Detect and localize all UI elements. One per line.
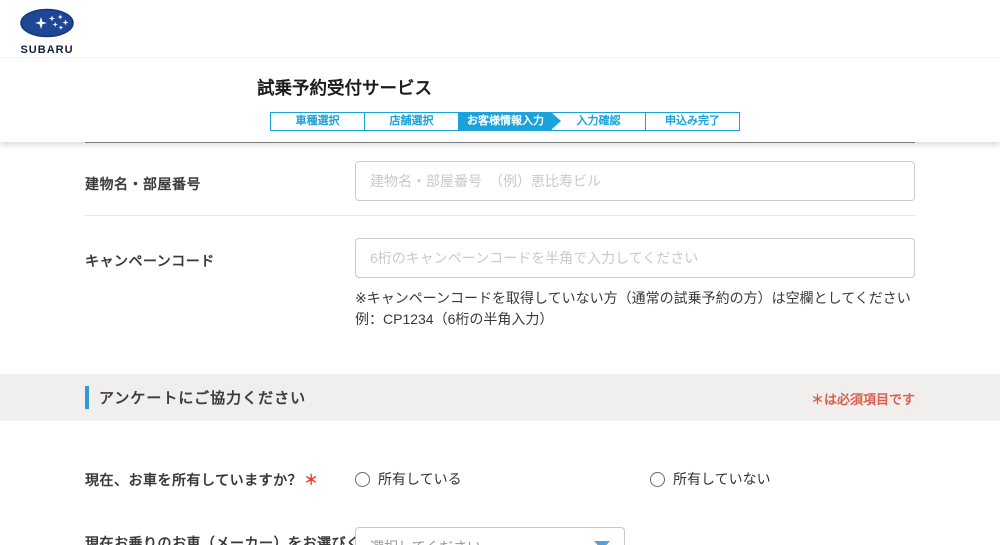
campaign-note: ※キャンペーンコードを取得していない方（通常の試乗予約の方）は空欄としてください… bbox=[355, 288, 955, 330]
page: SUBARU 試乗予約受付サービス 車種選択 店舗選択 お客様情報入力 入力確認… bbox=[0, 0, 1000, 545]
app-header: SUBARU 試乗予約受付サービス 車種選択 店舗選択 お客様情報入力 入力確認… bbox=[0, 0, 1000, 142]
row-divider bbox=[85, 215, 915, 216]
subaru-logo-link[interactable]: SUBARU bbox=[16, 8, 78, 56]
survey-section-band: アンケートにご協力ください ＊は必須項目です bbox=[0, 374, 1000, 421]
step-customer-info[interactable]: お客様情報入力 bbox=[459, 113, 552, 130]
radio-option-no-car[interactable]: 所有していない bbox=[650, 469, 771, 489]
radio-option-owns-car[interactable]: 所有している bbox=[355, 469, 462, 489]
campaign-note-line1: ※キャンペーンコードを取得していない方（通常の試乗予約の方）は空欄としてください bbox=[355, 288, 955, 309]
campaign-input[interactable] bbox=[355, 238, 915, 278]
building-input[interactable] bbox=[355, 161, 915, 201]
step-input-confirm[interactable]: 入力確認 bbox=[552, 113, 646, 130]
page-title: 試乗予約受付サービス bbox=[257, 75, 432, 100]
campaign-label: キャンペーンコード bbox=[85, 251, 215, 271]
topbar-divider bbox=[0, 57, 1000, 58]
form-content: 建物名・部屋番号 キャンペーンコード ※キャンペーンコードを取得していない方（通… bbox=[0, 142, 1000, 545]
radio-button-icon[interactable] bbox=[650, 472, 665, 487]
building-label: 建物名・部屋番号 bbox=[85, 174, 201, 194]
subaru-wordmark: SUBARU bbox=[16, 44, 78, 56]
chevron-down-icon bbox=[594, 541, 610, 545]
own-car-question-label: 現在、お車を所有していますか？＊ bbox=[85, 470, 319, 490]
car-maker-select[interactable]: 選択してください bbox=[355, 527, 625, 545]
campaign-note-line2: 例：CP1234（6桁の半角入力） bbox=[355, 309, 955, 330]
step-store-select[interactable]: 店舗選択 bbox=[365, 113, 459, 130]
step-car-select[interactable]: 車種選択 bbox=[271, 113, 365, 130]
content-top-divider bbox=[85, 142, 915, 143]
subaru-logo-icon bbox=[19, 25, 75, 42]
progress-steps: 車種選択 店舗選択 お客様情報入力 入力確認 申込み完了 bbox=[270, 112, 740, 131]
step-complete[interactable]: 申込み完了 bbox=[646, 113, 739, 130]
own-car-question-text: 現在、お車を所有していますか？ bbox=[85, 472, 302, 488]
radio-label: 所有している bbox=[378, 469, 462, 489]
radio-label: 所有していない bbox=[673, 469, 771, 489]
select-placeholder-text: 選択してください bbox=[370, 537, 481, 545]
radio-button-icon[interactable] bbox=[355, 472, 370, 487]
required-asterisk: ＊ bbox=[304, 472, 319, 488]
required-note: ＊は必須項目です bbox=[811, 389, 915, 408]
survey-heading: アンケートにご協力ください bbox=[99, 387, 306, 408]
section-accent-bar bbox=[85, 386, 89, 409]
